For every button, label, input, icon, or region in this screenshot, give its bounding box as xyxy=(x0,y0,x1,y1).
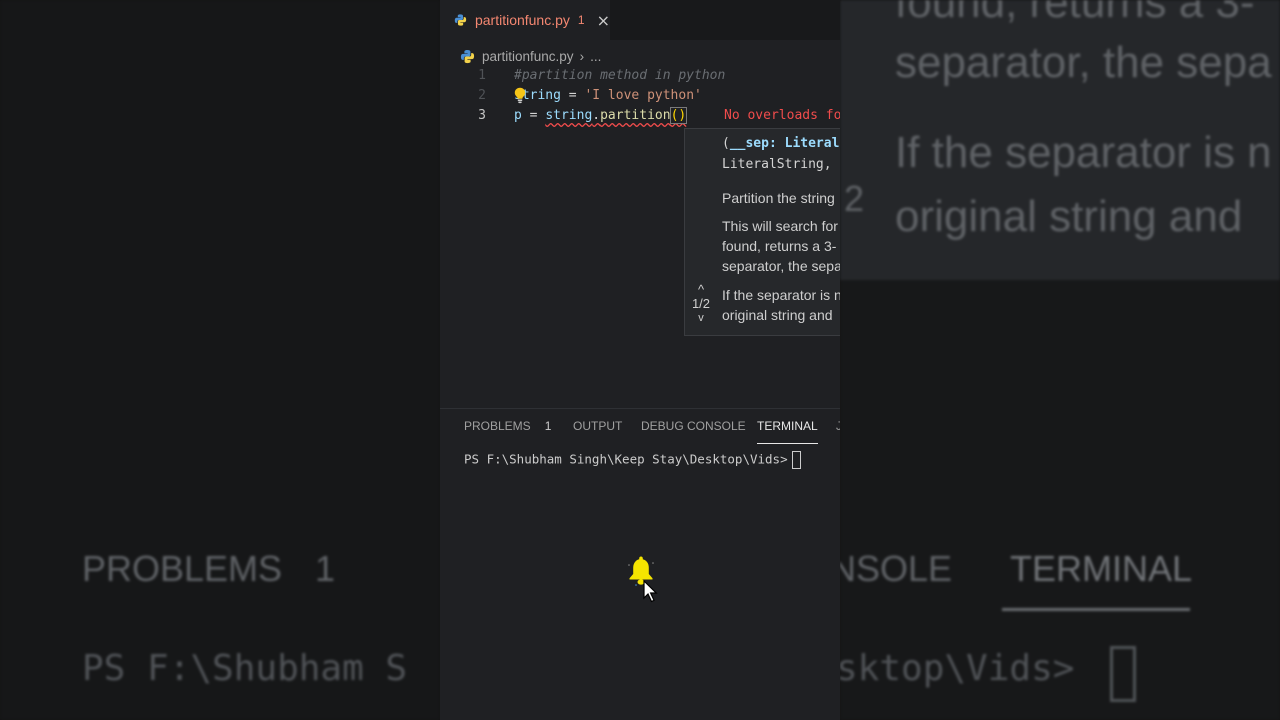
bg-hover-line-2: separator, the sepa xyxy=(895,38,1272,87)
code-editor-window: partitionfunc.py 1 × partitionfunc.py › … xyxy=(440,0,840,720)
inline-error-message: No overloads fo xyxy=(724,108,840,123)
code-variable: p xyxy=(514,108,522,123)
code-object: string xyxy=(545,108,593,123)
mouse-pointer-icon xyxy=(643,580,658,603)
python-icon xyxy=(454,14,467,26)
bottom-panel: PROBLEMS 1 OUTPUT DEBUG CONSOLE TERMINAL … xyxy=(440,408,840,720)
bg-problems-count: 1 xyxy=(315,548,336,589)
code-line-active: 3 p = string.partition() No overloads fo xyxy=(440,106,840,126)
bg-hover-fragment: 2 xyxy=(844,178,865,219)
signature-parameter: __sep: Literal xyxy=(729,136,840,151)
blurred-background-left: PROBLEMS 1 PS F:\Shubham S xyxy=(0,0,440,720)
chevron-up-icon[interactable]: ^ xyxy=(685,283,717,296)
code-area[interactable]: 1 #partition method in python 2 string =… xyxy=(440,66,840,126)
line-number: 2 xyxy=(478,88,486,103)
code-operator: = xyxy=(560,88,585,103)
terminal-output[interactable]: PS F:\Shubham Singh\Keep Stay\Desktop\Vi… xyxy=(464,451,801,469)
code-dot: . xyxy=(592,108,601,123)
editor-tab-bar: partitionfunc.py 1 × xyxy=(440,0,840,40)
code-function: partition xyxy=(600,108,671,123)
signature-doc-line: original string and xyxy=(722,307,833,323)
signature-doc-line: This will search for xyxy=(722,218,838,234)
tab-filename: partitionfunc.py xyxy=(474,12,570,28)
code-string: 'I love python' xyxy=(584,88,702,103)
overload-navigator: ^ 1/2 v xyxy=(685,283,717,324)
signature-open-paren: ( xyxy=(722,136,730,151)
python-icon xyxy=(460,49,475,63)
code-operator: = xyxy=(521,108,546,123)
signature-doc-line: found, returns a 3- xyxy=(722,238,837,254)
code-parentheses: () xyxy=(669,107,688,124)
tab-problems-label: PROBLEMS xyxy=(464,419,531,433)
signature-summary: Partition the string xyxy=(722,190,835,206)
bg-debug-console-fragment: NSOLE xyxy=(840,548,953,589)
code-comment: #partition method in python xyxy=(514,68,726,83)
tab-more[interactable]: J xyxy=(836,419,840,433)
error-squiggle: string.partition() xyxy=(545,107,688,124)
bg-terminal-cursor xyxy=(1110,646,1136,702)
signature-text: (__sep: Literal LiteralString, xyxy=(722,133,839,175)
bg-terminal-prompt: PS F:\Shubham S xyxy=(82,648,408,689)
bg-terminal-underline xyxy=(1002,608,1190,611)
bg-hover-line-1: found, returns a 3- xyxy=(895,0,1255,27)
signature-doc-line: separator, the sepa xyxy=(722,258,840,274)
lightbulb-icon[interactable] xyxy=(514,87,526,104)
code-statement: string = 'I love python' xyxy=(514,86,702,106)
tab-problem-count: 1 xyxy=(577,13,585,27)
breadcrumb-ellipsis[interactable]: ... xyxy=(590,49,601,64)
overload-index: 1/2 xyxy=(691,296,711,311)
bg-terminal-prompt-right: sktop\Vids> xyxy=(840,648,1075,689)
bg-hover-line-4: original string and xyxy=(895,192,1243,241)
breadcrumb: partitionfunc.py › ... xyxy=(460,46,601,66)
code-line: 1 #partition method in python xyxy=(440,66,840,86)
line-number: 1 xyxy=(478,68,486,83)
tab-partitionfunc[interactable]: partitionfunc.py 1 × xyxy=(440,0,610,40)
tab-problems[interactable]: PROBLEMS 1 xyxy=(464,419,551,433)
terminal-cursor xyxy=(791,451,801,469)
bg-problems-label: PROBLEMS xyxy=(82,548,283,589)
terminal-prompt: PS F:\Shubham Singh\Keep Stay\Desktop\Vi… xyxy=(464,451,788,467)
signature-line-2: LiteralString, xyxy=(722,157,832,172)
code-statement: p = string.partition() xyxy=(514,106,688,126)
code-line: 2 string = 'I love python' xyxy=(440,86,840,106)
breadcrumb-separator: › xyxy=(579,48,585,64)
breadcrumb-file[interactable]: partitionfunc.py xyxy=(482,49,574,64)
bg-terminal-label: TERMINAL xyxy=(1010,548,1193,589)
tab-terminal[interactable]: TERMINAL xyxy=(757,419,818,444)
close-icon[interactable]: × xyxy=(597,11,610,30)
tab-output[interactable]: OUTPUT xyxy=(573,419,622,433)
tab-debug-console[interactable]: DEBUG CONSOLE xyxy=(641,419,746,433)
signature-doc-line: If the separator is n xyxy=(722,287,840,303)
blurred-background-right: found, returns a 3- separator, the sepa … xyxy=(840,0,1280,720)
chevron-down-icon[interactable]: v xyxy=(685,312,717,324)
signature-help-popup[interactable]: (__sep: Literal LiteralString, Partition… xyxy=(684,128,840,336)
line-number: 3 xyxy=(478,108,486,123)
problems-count-badge: 1 xyxy=(544,419,552,433)
bg-hover-line-3: If the separator is n xyxy=(895,128,1272,177)
